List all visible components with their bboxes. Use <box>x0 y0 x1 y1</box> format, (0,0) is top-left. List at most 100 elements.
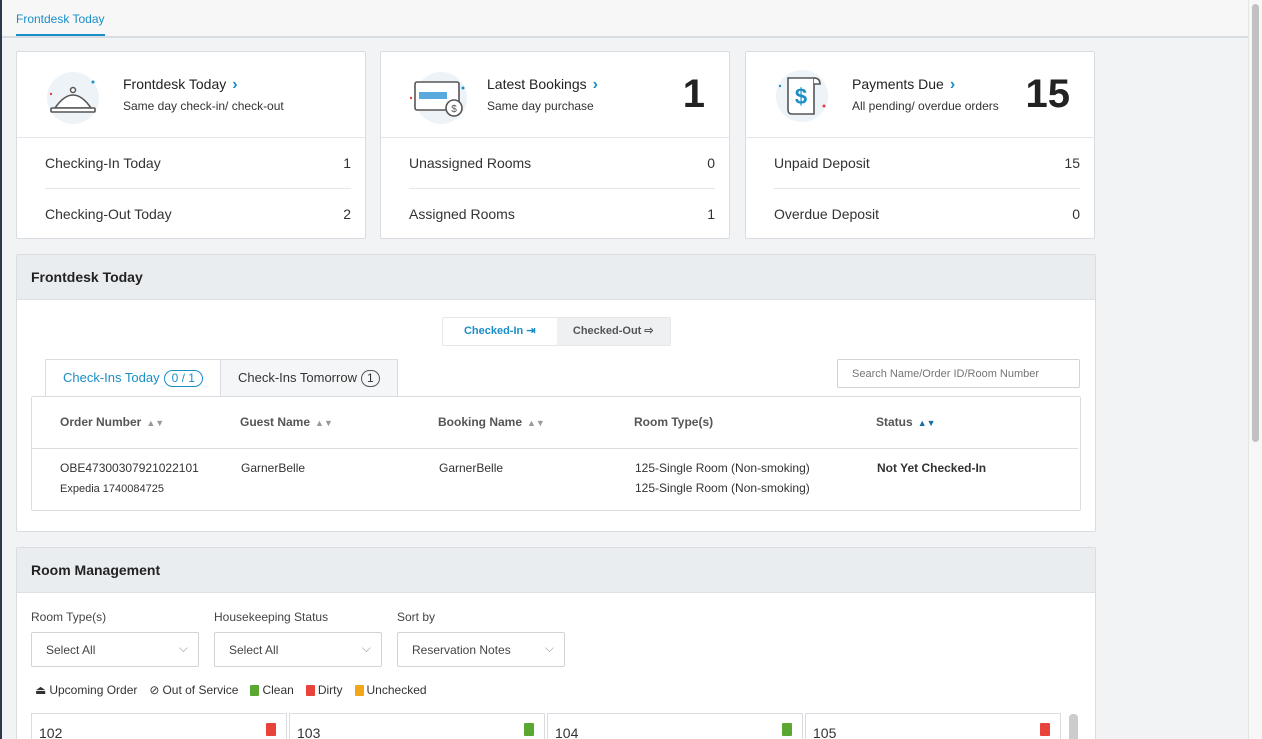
stat-row[interactable]: Assigned Rooms 1 <box>409 206 715 222</box>
room-grid-scrollbar[interactable] <box>1069 714 1078 739</box>
status-badge: Not Yet Checked-In <box>877 461 987 475</box>
panel-title: Room Management <box>17 548 1095 593</box>
room-card[interactable]: 102 <box>31 713 287 739</box>
scrollbar-thumb[interactable] <box>1252 4 1259 442</box>
card-header[interactable]: $ Latest Bookings › Same day purchase 1 <box>381 52 729 138</box>
toggle-label: Checked-Out <box>572 325 642 337</box>
order-source: Expedia 1740084725 <box>60 483 164 495</box>
stat-value: 2 <box>343 206 351 222</box>
tab-badge: 1 <box>360 370 380 387</box>
stat-value: 0 <box>1072 206 1080 222</box>
top-tab-bar: Frontdesk Today <box>2 0 1248 38</box>
chevron-right-icon[interactable]: › <box>593 76 598 93</box>
room-number: 103 <box>297 725 321 739</box>
legend-label: Dirty <box>317 683 343 697</box>
panel-title: Frontdesk Today <box>17 255 1095 300</box>
stat-row[interactable]: Overdue Deposit 0 <box>774 206 1080 222</box>
room-card[interactable]: 104 <box>547 713 803 739</box>
stat-value: 1 <box>343 155 351 171</box>
toggle-checked-in[interactable]: Checked-In ⇥ <box>443 318 557 345</box>
sort-icon: ▲▼ <box>917 418 936 428</box>
clipboard-icon <box>250 684 260 696</box>
legend-label: Upcoming Order <box>49 683 138 697</box>
room-type: 125-Single Room (Non-smoking) <box>635 481 810 495</box>
ban-icon: ⊘ <box>149 683 160 697</box>
clipboard-icon <box>354 684 364 696</box>
column-header-guest-name[interactable]: Guest Name ▲▼ <box>240 415 333 429</box>
stat-row[interactable]: Unpaid Deposit 15 <box>774 155 1080 171</box>
stat-label: Unpaid Deposit <box>774 155 870 171</box>
svg-text:$: $ <box>795 84 807 109</box>
tab-checkins-today[interactable]: Check-Ins Today 0 / 1 <box>45 359 221 397</box>
clipboard-icon <box>782 723 792 736</box>
header-label: Status <box>876 415 913 429</box>
card-header[interactable]: $ Payments Due › All pending/ overdue ord… <box>746 52 1094 138</box>
legend-item: Unchecked <box>354 683 427 697</box>
stat-row[interactable]: Unassigned Rooms 0 <box>409 155 715 171</box>
page-scrollbar[interactable] <box>1248 0 1262 739</box>
card-title[interactable]: Frontdesk Today <box>123 76 226 92</box>
sort-by-select[interactable]: Reservation Notes ⌵ <box>397 632 565 667</box>
legend-item: ⏏ Upcoming Order <box>35 683 137 697</box>
frontdesk-panel: Frontdesk Today Checked-In ⇥ Checked-Out… <box>16 254 1096 532</box>
svg-text:$: $ <box>451 104 457 115</box>
header-label: Room Type(s) <box>634 415 714 429</box>
housekeeping-status-select[interactable]: Select All ⌵ <box>214 632 382 667</box>
guest-name: GarnerBelle <box>241 461 306 475</box>
card-count: 15 <box>1025 72 1071 116</box>
column-header-order-number[interactable]: Order Number ▲▼ <box>60 415 164 429</box>
room-card[interactable]: 103 <box>289 713 545 739</box>
tab-frontdesk-today[interactable]: Frontdesk Today <box>16 12 105 36</box>
card-header[interactable]: Frontdesk Today › Same day check-in/ chec… <box>17 52 365 138</box>
chevron-right-icon[interactable]: › <box>950 76 955 93</box>
stat-row[interactable]: Checking-In Today 1 <box>45 155 351 171</box>
stat-row[interactable]: Checking-Out Today 2 <box>45 206 351 222</box>
tab-badge: 0 / 1 <box>163 370 203 387</box>
toggle-label: Checked-In <box>463 325 524 337</box>
legend-label: Out of Service <box>162 683 239 697</box>
chevron-right-icon[interactable]: › <box>232 76 237 93</box>
booking-name: GarnerBelle <box>439 461 504 475</box>
invoice-dollar-icon: $ <box>776 70 828 122</box>
clipboard-icon <box>524 723 534 736</box>
toggle-checked-out[interactable]: Checked-Out ⇨ <box>556 318 670 345</box>
card-title[interactable]: Latest Bookings <box>487 76 587 92</box>
sign-out-icon: ⇨ <box>644 325 654 337</box>
stat-label: Checking-Out Today <box>45 206 172 222</box>
sort-icon: ▲▼ <box>527 418 545 428</box>
room-type-select[interactable]: Select All ⌵ <box>31 632 199 667</box>
tab-label: Check-Ins Tomorrow <box>238 370 357 385</box>
card-payments-due: $ Payments Due › All pending/ overdue ord… <box>745 51 1095 239</box>
legend-item: Dirty <box>305 683 343 697</box>
clipboard-icon <box>266 723 276 736</box>
card-frontdesk-today: Frontdesk Today › Same day check-in/ chec… <box>16 51 366 239</box>
header-label: Order Number <box>60 415 142 429</box>
chevron-down-icon: ⌵ <box>361 641 371 655</box>
tab-checkins-tomorrow[interactable]: Check-Ins Tomorrow 1 <box>220 359 398 396</box>
card-subtitle: Same day check-in/ check-out <box>123 99 284 113</box>
room-number: 105 <box>813 725 837 739</box>
select-value: Reservation Notes <box>412 643 511 657</box>
filter-label: Housekeeping Status <box>214 610 329 624</box>
checkin-checkout-toggle: Checked-In ⇥ Checked-Out ⇨ <box>442 317 671 346</box>
stat-label: Overdue Deposit <box>774 206 880 222</box>
filter-label: Sort by <box>397 610 436 624</box>
clipboard-icon <box>305 684 315 696</box>
window-left-edge <box>0 0 2 739</box>
card-title[interactable]: Payments Due <box>852 76 944 92</box>
room-type: 125-Single Room (Non-smoking) <box>635 461 810 475</box>
sort-icon: ▲▼ <box>315 418 333 428</box>
legend-label: Clean <box>262 683 294 697</box>
search-input[interactable] <box>837 359 1080 388</box>
divider <box>32 448 1078 449</box>
column-header-status[interactable]: Status ▲▼ <box>876 415 936 429</box>
bell-icon <box>47 72 99 124</box>
filter-label: Room Type(s) <box>31 610 107 624</box>
order-number-link[interactable]: OBE47300307921022101 <box>60 461 199 475</box>
room-card[interactable]: 105 <box>805 713 1061 739</box>
card-subtitle: All pending/ overdue orders <box>852 99 999 113</box>
card-count: 1 <box>682 72 705 116</box>
legend-item: ⊘ Out of Service <box>149 683 238 697</box>
column-header-booking-name[interactable]: Booking Name ▲▼ <box>438 415 545 429</box>
select-value: Select All <box>46 643 96 657</box>
